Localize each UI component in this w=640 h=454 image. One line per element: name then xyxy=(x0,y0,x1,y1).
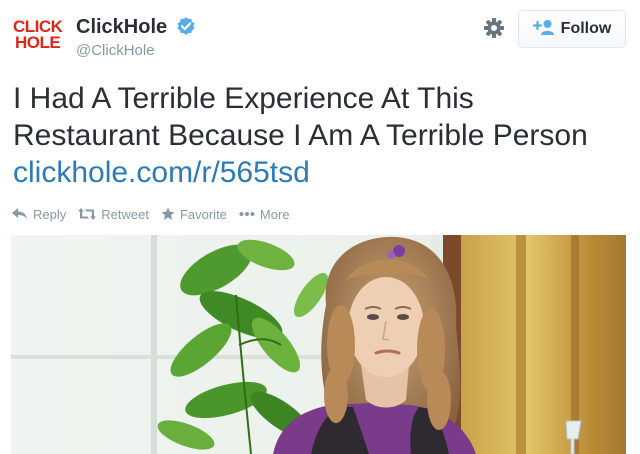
follow-button-label: Follow xyxy=(560,20,612,37)
star-icon xyxy=(161,207,175,221)
more-action[interactable]: More xyxy=(239,207,290,222)
photo-woman-at-restaurant-window xyxy=(11,235,626,454)
tweet-card: CLICK HOLE ClickHole @ClickHole Follow I… xyxy=(0,0,640,454)
tweet-text: I Had A Terrible Experience At This Rest… xyxy=(13,80,628,191)
follow-button[interactable]: Follow xyxy=(518,10,626,48)
more-dots-icon xyxy=(239,211,255,217)
author-name[interactable]: ClickHole xyxy=(76,15,167,39)
gear-icon[interactable] xyxy=(482,16,506,40)
favorite-action[interactable]: Favorite xyxy=(161,207,227,222)
retweet-icon xyxy=(78,208,97,220)
tweet-actions: Reply Retweet Favorite More xyxy=(12,205,302,223)
clickhole-logo[interactable]: CLICK HOLE xyxy=(13,18,65,53)
tweet-link[interactable]: clickhole.com/r/565tsd xyxy=(13,154,628,191)
more-label: More xyxy=(259,206,290,222)
retweet-action[interactable]: Retweet xyxy=(78,207,149,222)
retweet-label: Retweet xyxy=(101,206,149,222)
tweet-text-line-1: I Had A Terrible Experience At This xyxy=(13,82,474,115)
author-handle[interactable]: @ClickHole xyxy=(76,41,196,61)
tweet-text-line-2: Restaurant Because I Am A Terrible Perso… xyxy=(13,119,588,152)
reply-label: Reply xyxy=(33,206,67,222)
logo-text-line2: HOLE xyxy=(15,33,61,52)
favorite-label: Favorite xyxy=(179,206,227,222)
verified-badge-icon xyxy=(176,16,196,41)
reply-action[interactable]: Reply xyxy=(12,207,66,222)
author-block[interactable]: ClickHole @ClickHole xyxy=(76,15,196,61)
tweet-photo[interactable] xyxy=(11,235,626,454)
add-user-icon xyxy=(532,19,555,40)
reply-icon xyxy=(12,208,28,220)
